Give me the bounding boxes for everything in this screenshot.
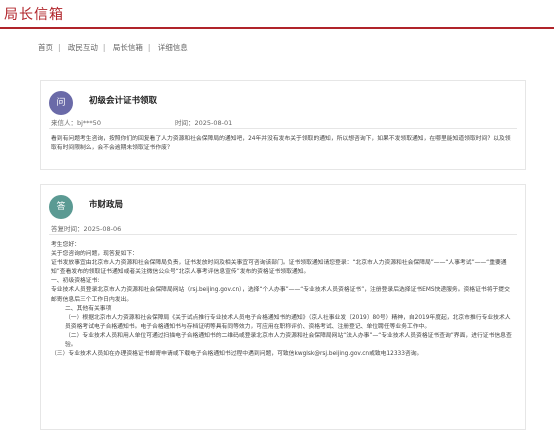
answer-badge: 答	[49, 195, 73, 219]
question-divider	[49, 128, 517, 129]
answer-divider	[49, 234, 517, 235]
answer-section-heading: 二、其他有关事项	[65, 305, 112, 312]
question-time: 时间：2025-08-01	[175, 119, 233, 127]
breadcrumb-current: 详细信息	[157, 43, 188, 52]
answer-greeting: 考生您好：	[51, 242, 80, 248]
answer-paragraph: 证书发放事宜由北京市人力资源和社会保障局负责，证书发放时间及相关事宜可咨询该部门…	[51, 260, 507, 276]
header-divider	[0, 27, 554, 29]
breadcrumb-separator: |	[102, 43, 106, 52]
answer-card: 答 市财政局 答复时间：2025-08-06 考生您好： 关于您咨询的问题，现答…	[40, 184, 526, 430]
answer-paragraph: （二）专业技术人员和用人单位可通过扫描电子合格通知书的二维码或登录北京市人力资源…	[65, 332, 512, 349]
question-title: 初级会计证书领取	[89, 96, 158, 106]
answer-intro: 关于您咨询的问题，现答复如下：	[51, 251, 138, 258]
breadcrumb-mailbox[interactable]: 局长信箱	[113, 43, 143, 52]
answer-paragraph: （一）根据北京市人力资源和社会保障局《关于试点推行专业技术人员电子合格通知书的通…	[65, 314, 511, 330]
question-text: 看到有问题考生咨询，按照你们的回复看了人力资源和社会保障局的通知吧，24年并没有…	[51, 136, 511, 152]
answer-section-heading: 一、初级资格证书:	[51, 278, 100, 285]
site-header: 局长信箱	[0, 0, 554, 29]
breadcrumb-interaction[interactable]: 政民互动	[68, 43, 98, 52]
breadcrumb-separator: |	[58, 43, 61, 52]
question-sender: 来信人：bj***50	[51, 119, 101, 127]
breadcrumb-home[interactable]: 首页	[38, 43, 53, 52]
page-title: 局长信箱	[4, 7, 64, 23]
question-card: 问 初级会计证书领取 来信人：bj***50 时间：2025-08-01 看到有…	[40, 80, 526, 170]
breadcrumb: 首页 | 政民互动 | 局长信箱 | 详细信息	[38, 42, 193, 53]
answer-paragraph: （三）专业技术人员如在办理资格证书邮寄申请或下载电子合格通知书过程中遇到问题，可…	[51, 351, 423, 358]
answer-time: 答复时间：2025-08-06	[51, 225, 122, 233]
question-badge: 问	[49, 91, 73, 115]
question-content: 看到有问题考生咨询，按照你们的回复看了人力资源和社会保障局的通知吧，24年并没有…	[51, 135, 515, 153]
answer-title: 市财政局	[89, 200, 124, 210]
answer-content: 考生您好： 关于您咨询的问题，现答复如下： 证书发放事宜由北京市人力资源和社会保…	[51, 241, 515, 359]
answer-paragraph: 专业技术人员登录北京市人力资源和社会保障局网站（rsj.beijing.gov.…	[51, 287, 510, 303]
breadcrumb-separator: |	[147, 43, 151, 52]
